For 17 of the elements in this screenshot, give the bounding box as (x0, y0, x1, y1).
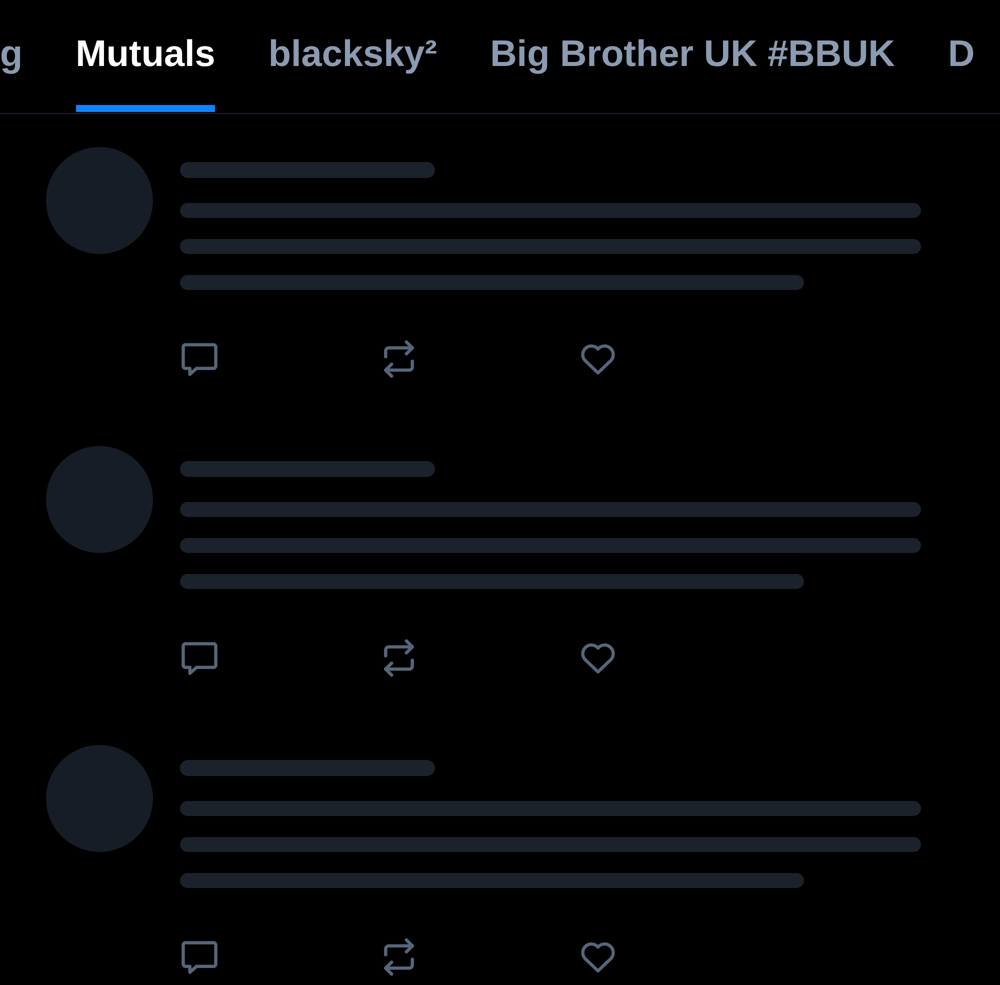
feed-tab[interactable]: g (0, 32, 23, 76)
feed-tab[interactable]: Mutuals (76, 32, 216, 76)
repost-arrows-icon (381, 638, 417, 678)
feed-tab[interactable]: blacksky² (268, 32, 438, 76)
repost-arrows-icon (381, 339, 417, 379)
feed-tab[interactable]: Big Brother UK #BBUK (490, 32, 896, 76)
repost-button[interactable] (381, 339, 417, 379)
speech-bubble-icon (180, 640, 219, 676)
speech-bubble-icon (180, 340, 219, 378)
reply-button[interactable] (180, 640, 219, 676)
repost-arrows-icon (381, 937, 417, 977)
feed-tab[interactable]: D (948, 32, 975, 76)
repost-button[interactable] (381, 937, 417, 977)
speech-bubble-icon (180, 938, 219, 976)
reply-button[interactable] (180, 340, 219, 378)
reply-button[interactable] (180, 938, 219, 976)
repost-button[interactable] (381, 638, 417, 678)
